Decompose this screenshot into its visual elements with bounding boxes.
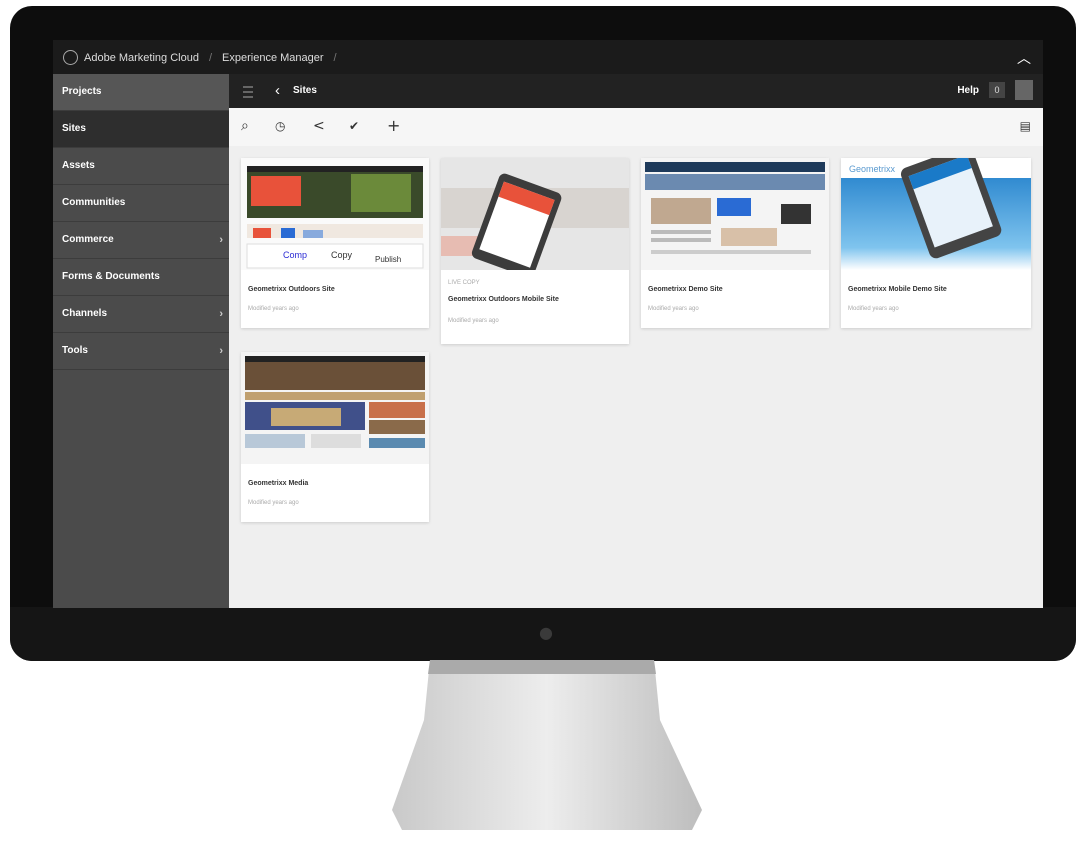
chevron-right-icon: › xyxy=(219,345,223,357)
site-thumbnail: Geometrixx xyxy=(841,158,1031,270)
sidebar-item-label: Forms & Documents xyxy=(62,271,160,282)
sidebar-item-forms-documents[interactable]: Forms & Documents xyxy=(53,259,229,296)
breadcrumb-separator: / xyxy=(333,51,337,64)
breadcrumb: Adobe Marketing Cloud / Experience Manag… xyxy=(63,50,341,65)
check-circle-icon[interactable]: ✔ xyxy=(349,119,359,133)
thumb-brand-label: Geometrixx xyxy=(849,164,896,174)
sidebar: Projects Sites Assets Communities Commer… xyxy=(53,74,229,608)
site-card[interactable]: Geometrixx Demo Site Modified years ago xyxy=(641,158,829,328)
clock-icon[interactable]: ◷ xyxy=(275,119,285,133)
card-modified: Modified years ago xyxy=(448,318,499,324)
chevron-right-icon: › xyxy=(219,308,223,320)
user-avatar-icon[interactable] xyxy=(1015,80,1033,100)
chevron-up-icon[interactable]: ︿ xyxy=(1017,48,1031,68)
site-thumbnail xyxy=(441,158,629,270)
card-modified: Modified years ago xyxy=(648,306,699,312)
sidebar-item-label: Commerce xyxy=(62,234,114,245)
card-modified: Modified years ago xyxy=(248,500,299,506)
site-card[interactable]: Geometrixx Media Modified years ago xyxy=(241,352,429,522)
share-icon[interactable]: < xyxy=(313,118,325,134)
site-card[interactable]: Geometrixx Geometrixx Mobile Demo Site M… xyxy=(841,158,1031,328)
thumb-publish-label: Publish xyxy=(375,255,401,264)
site-thumbnail xyxy=(241,352,429,464)
card-title: Geometrixx Demo Site xyxy=(648,286,723,293)
thumb-copy-label: Copy xyxy=(331,250,353,260)
apple-logo-icon: ● xyxy=(539,623,553,642)
site-thumbnail xyxy=(641,158,829,270)
card-title: Geometrixx Media xyxy=(248,480,309,487)
breadcrumb-item[interactable]: Experience Manager xyxy=(222,52,324,64)
site-card[interactable]: Comp Copy Publish Geometrixx Outdoors Si… xyxy=(241,158,429,328)
card-title: Geometrixx Mobile Demo Site xyxy=(848,286,947,293)
notification-badge[interactable]: 0 xyxy=(989,82,1005,98)
sidebar-item-label: Communities xyxy=(62,197,126,208)
sidebar-item-communities[interactable]: Communities xyxy=(53,185,229,222)
back-arrow-icon[interactable]: ‹ xyxy=(275,82,280,99)
view-toggle-icon[interactable]: ▤ xyxy=(1020,119,1031,133)
card-title: Geometrixx Outdoors Site xyxy=(248,286,335,293)
site-card[interactable]: LIVE COPY Geometrixx Outdoors Mobile Sit… xyxy=(441,158,629,344)
sidebar-item-assets[interactable]: Assets xyxy=(53,148,229,185)
sidebar-item-label: Sites xyxy=(62,123,86,134)
chevron-right-icon: › xyxy=(219,234,223,246)
main-panel: ‹ Sites Help 0 ⌕ ◷ < ✔ + ▤ Comp Copy Pub… xyxy=(229,74,1043,608)
sidebar-item-label: Projects xyxy=(62,86,102,97)
screen: Adobe Marketing Cloud / Experience Manag… xyxy=(53,40,1043,608)
sidebar-item-channels[interactable]: Channels › xyxy=(53,296,229,333)
adobe-logo-icon xyxy=(63,50,78,65)
breadcrumb-separator: / xyxy=(208,51,213,64)
monitor-stand xyxy=(392,660,702,830)
site-thumbnail: Comp Copy Publish xyxy=(241,158,429,270)
sidebar-item-projects[interactable]: Projects xyxy=(53,74,229,111)
card-title: Geometrixx Outdoors Mobile Site xyxy=(448,296,559,303)
live-copy-label: LIVE COPY xyxy=(448,280,480,286)
sidebar-item-commerce[interactable]: Commerce › xyxy=(53,222,229,259)
global-header: Adobe Marketing Cloud / Experience Manag… xyxy=(53,40,1043,74)
svg-text:Comp: Comp xyxy=(283,250,307,260)
card-modified: Modified years ago xyxy=(248,306,299,312)
sub-header: ‹ Sites Help 0 xyxy=(229,74,1043,108)
action-toolbar: ⌕ ◷ < ✔ + ▤ xyxy=(229,108,1043,147)
sidebar-item-sites[interactable]: Sites xyxy=(53,111,229,148)
hamburger-menu-icon[interactable] xyxy=(243,86,253,98)
add-icon[interactable]: + xyxy=(387,116,400,135)
sidebar-item-label: Tools xyxy=(62,345,88,356)
sidebar-item-label: Assets xyxy=(62,160,95,171)
help-link[interactable]: Help xyxy=(957,85,979,96)
sidebar-item-label: Channels xyxy=(62,308,108,319)
search-icon[interactable]: ⌕ xyxy=(241,118,249,134)
page-title: Sites xyxy=(293,85,317,96)
breadcrumb-item[interactable]: Adobe Marketing Cloud xyxy=(84,52,199,64)
sidebar-item-tools[interactable]: Tools › xyxy=(53,333,229,370)
card-grid: Comp Copy Publish Geometrixx Outdoors Si… xyxy=(229,146,1043,608)
card-modified: Modified years ago xyxy=(848,306,899,312)
